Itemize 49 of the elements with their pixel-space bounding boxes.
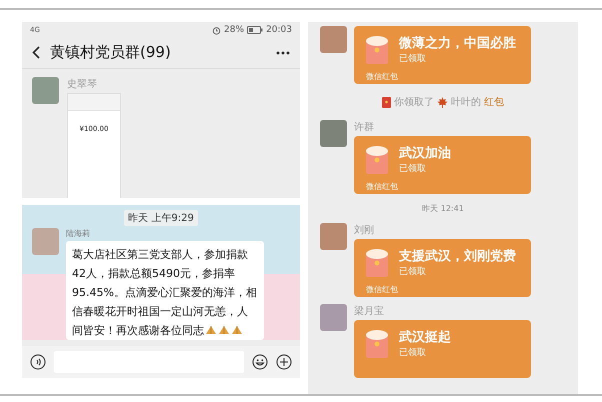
- avatar-photo[interactable]: [320, 120, 347, 147]
- sender-name: 许群: [354, 121, 374, 134]
- status-time: 20:03: [266, 25, 292, 35]
- packet-greeting: 武汉挺起: [399, 329, 451, 346]
- envelope-icon: [382, 96, 391, 108]
- battery-percent: 28%: [224, 25, 244, 35]
- packet-status: 已领取: [399, 266, 427, 278]
- packet-link[interactable]: 红包: [484, 95, 504, 109]
- sender-name: 梁月宝: [354, 304, 384, 318]
- screenshot-header-bar: [68, 94, 120, 111]
- packet-greeting: 微薄之力，中国必胜: [399, 34, 516, 52]
- more-icon[interactable]: [276, 50, 290, 54]
- envelope-icon: [366, 146, 388, 174]
- packet-greeting: 支援武汉，刘刚党费: [399, 248, 516, 265]
- sender-name: 史翠琴: [67, 78, 97, 91]
- packet-status: 已领取: [399, 52, 427, 65]
- message-timestamp: 昨天 12:41: [422, 203, 464, 214]
- sender-name: 陆海莉: [66, 228, 90, 239]
- system-notice: 叶叶的: [451, 96, 481, 109]
- maple-leaf-icon: [437, 96, 448, 108]
- voice-icon[interactable]: [30, 354, 46, 370]
- emoji-icon[interactable]: [252, 354, 268, 370]
- envelope-icon: [366, 330, 388, 358]
- packet-greeting: 武汉加油: [399, 145, 451, 162]
- avatar-photo[interactable]: [32, 228, 59, 255]
- avatar-photo[interactable]: [320, 304, 347, 331]
- system-notice: 你领取了: [394, 96, 434, 109]
- packet-label: 微信红包: [366, 71, 399, 82]
- battery-icon: [247, 26, 264, 34]
- packet-status: 已领取: [399, 346, 427, 359]
- message-timestamp: 昨天 上午9:29: [124, 210, 198, 226]
- packet-label: 微信红包: [366, 284, 399, 295]
- envelope-icon: [366, 36, 388, 64]
- envelope-icon: [366, 248, 388, 276]
- gift-packet-card[interactable]: 微薄之力，中国必胜 已领取 微信红包: [354, 26, 531, 84]
- gift-packet-card[interactable]: 武汉加油 已领取 微信红包: [354, 136, 531, 194]
- back-icon[interactable]: [32, 46, 40, 59]
- gift-packet-card[interactable]: 支援武汉，刘刚党费 已领取 微信红包: [354, 239, 531, 297]
- add-icon[interactable]: [276, 354, 292, 370]
- avatar-photo[interactable]: [32, 77, 59, 104]
- sender-name: 刘刚: [354, 224, 374, 237]
- message-text: 葛大店社区第三党支部人，参加捐款42人，捐款总额5490元，参捐率95.45%。点滴爱心汇聚爱的海洋，相信春暖花开时祖国一定山河无恙，人间皆安！再次感谢各位同志: [72, 248, 257, 337]
- avatar-photo[interactable]: [320, 26, 347, 53]
- chat-title: 黄镇村党员群(99): [50, 43, 171, 62]
- packet-status: 已领取: [399, 162, 427, 175]
- gift-packet-card[interactable]: 武汉挺起 已领取: [354, 320, 531, 378]
- packet-label: 微信红包: [366, 181, 399, 192]
- avatar-photo[interactable]: [320, 223, 347, 250]
- alarm-icon: [212, 26, 222, 34]
